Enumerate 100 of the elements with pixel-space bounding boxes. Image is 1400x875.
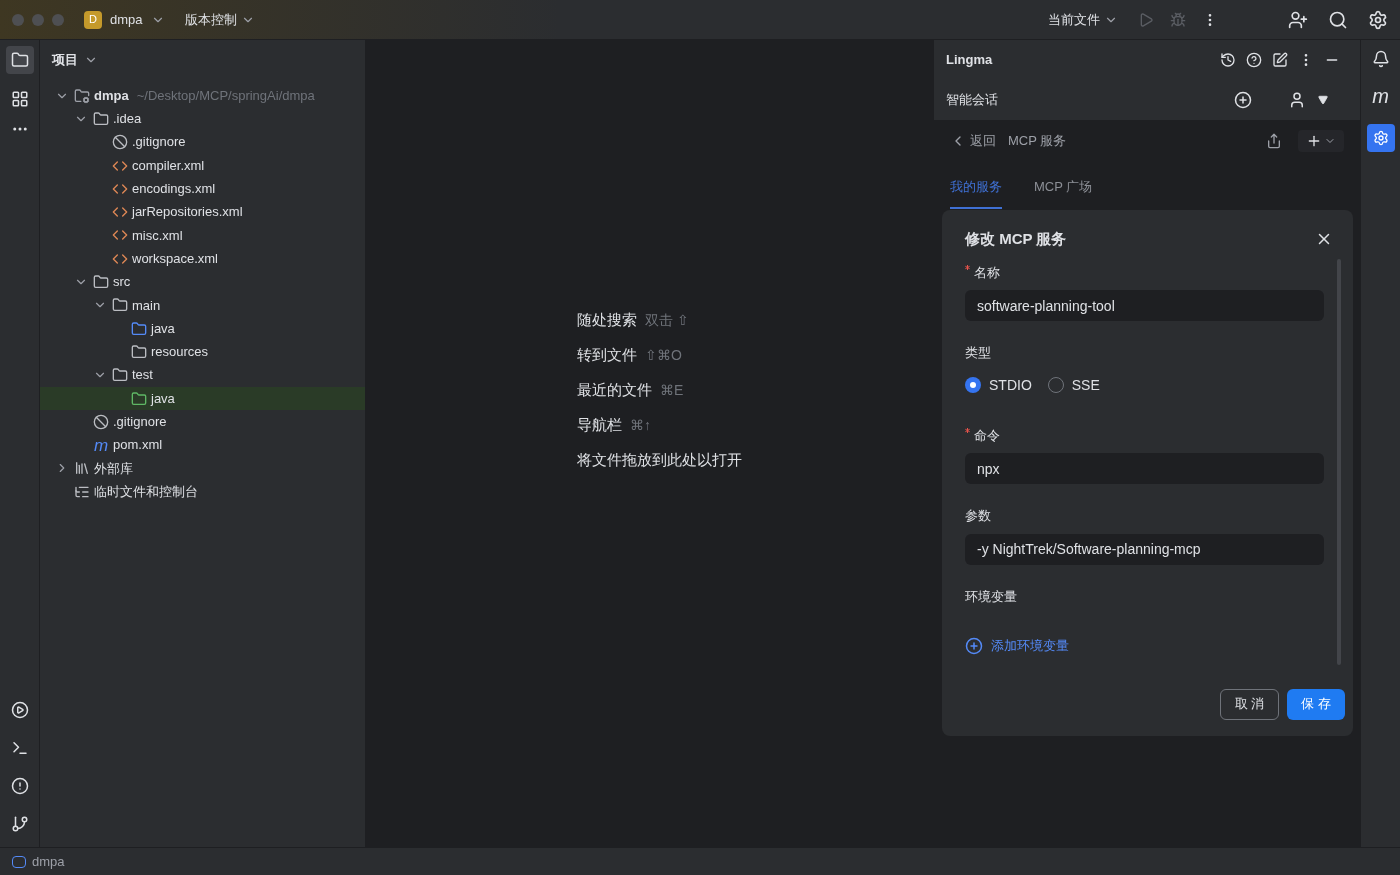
tree-item[interactable]: .idea — [40, 107, 365, 131]
dropdown-triangle-icon[interactable] — [1318, 95, 1328, 105]
add-user-icon[interactable] — [1288, 9, 1308, 30]
panel-title-menu[interactable]: 项目 — [40, 40, 365, 80]
tree-item[interactable]: 外部库 — [40, 456, 365, 481]
tree-item[interactable]: 临时文件和控制台 — [40, 480, 365, 504]
radio-button[interactable] — [965, 377, 981, 393]
session-title: 智能会话 — [946, 91, 998, 110]
notification-icon[interactable] — [1371, 50, 1390, 68]
vcs-menu[interactable]: 版本控制 — [184, 9, 255, 30]
tree-item-label: .idea — [113, 110, 142, 129]
hint-label: 转到文件 — [577, 345, 637, 366]
m-letter-icon[interactable]: m — [1372, 86, 1389, 106]
folder-icon[interactable] — [5, 46, 34, 74]
tree-item[interactable]: resources — [40, 340, 365, 364]
save-button[interactable]: 保 存 — [1287, 688, 1345, 720]
shortcut-hint: 双击 ⇧ — [645, 311, 689, 330]
tree-item-label: jarRepositories.xml — [132, 203, 243, 222]
radio-label: STDIO — [989, 375, 1032, 395]
tree-item-label: dmpa — [94, 86, 129, 105]
tree-item-label: java — [151, 319, 175, 338]
tree-item[interactable]: .gitignore — [40, 410, 365, 434]
new-session-icon[interactable] — [1234, 91, 1252, 109]
panel-title: Lingma — [946, 51, 993, 70]
tree-item-label: workspace.xml — [132, 249, 218, 268]
library-icon — [74, 460, 90, 477]
tree-item[interactable]: src — [40, 270, 365, 294]
tree-item-label: resources — [151, 343, 209, 362]
hint-label: 将文件拖放到此处以打开 — [577, 450, 742, 471]
field-label: 类型 — [965, 344, 991, 362]
required-asterisk-icon — [965, 427, 970, 433]
tab[interactable]: MCP 广场 — [1034, 177, 1093, 209]
plus-circle-icon — [965, 636, 983, 655]
services-icon[interactable] — [10, 701, 29, 719]
structure-icon[interactable] — [10, 90, 29, 108]
text-field[interactable]: software-planning-tool — [965, 290, 1324, 321]
tree-item[interactable]: m pom.xml — [40, 433, 365, 457]
tree-item-label: compiler.xml — [132, 156, 205, 175]
hint-label: 随处搜索 — [577, 310, 637, 331]
tree-item-label: java — [151, 389, 175, 408]
git-branch-icon[interactable] — [10, 815, 29, 833]
tree-item[interactable]: misc.xml — [40, 223, 365, 248]
tree-item[interactable]: workspace.xml — [40, 247, 365, 271]
field-label: 参数 — [965, 507, 991, 525]
run-config-menu[interactable]: 当前文件 — [1048, 9, 1118, 30]
folder-icon — [112, 367, 128, 384]
field-label: 名称 — [974, 263, 1000, 282]
edit-icon[interactable] — [1272, 52, 1288, 68]
field-label: 环境变量 — [965, 587, 1017, 606]
shortcut-hint: ⇧⌘O — [645, 346, 682, 365]
folder-icon — [131, 320, 147, 337]
folder-icon — [93, 274, 109, 290]
tree-item-label: 临时文件和控制台 — [94, 482, 198, 501]
cancel-button[interactable]: 取 消 — [1219, 688, 1280, 720]
slashed-circle-icon — [93, 413, 109, 430]
tree-item[interactable]: dmpa ~/Desktop/MCP/springAi/dmpa — [40, 84, 365, 108]
radio-label: SSE — [1071, 375, 1100, 395]
folder-icon — [112, 297, 128, 314]
hint-label: 最近的文件 — [577, 380, 652, 401]
project-menu[interactable]: D dmpa — [84, 9, 165, 30]
tree-item-label: src — [113, 273, 131, 292]
export-icon[interactable] — [1266, 133, 1282, 149]
add-env-link[interactable]: 添加环境变量 — [965, 636, 1069, 656]
tree-item[interactable]: encodings.xml — [40, 177, 365, 201]
tree-item-label: .gitignore — [132, 133, 186, 152]
terminal-icon[interactable] — [10, 739, 29, 757]
module-icon — [12, 855, 26, 868]
slashed-circle-icon — [112, 134, 128, 151]
shortcut-hint: ⌘↑ — [630, 416, 651, 435]
tree-item[interactable]: java — [40, 316, 365, 341]
settings-icon[interactable] — [1368, 9, 1388, 30]
user-icon[interactable] — [1288, 91, 1306, 109]
tree-item-label: .gitignore — [113, 413, 167, 432]
help-icon[interactable] — [1246, 52, 1262, 68]
search-icon[interactable] — [1328, 9, 1348, 30]
tree-item[interactable]: main — [40, 293, 365, 317]
shortcut-hint: ⌘E — [660, 381, 684, 400]
tree-item[interactable]: compiler.xml — [40, 153, 365, 178]
status-project[interactable]: dmpa — [32, 851, 65, 872]
tree-item[interactable]: java — [40, 386, 365, 411]
folder-icon — [93, 110, 109, 127]
tree-item[interactable]: .gitignore — [40, 130, 365, 154]
tree-item[interactable]: test — [40, 363, 365, 387]
text-field[interactable]: npx — [965, 453, 1324, 484]
project-path: ~/Desktop/MCP/springAi/dmpa — [136, 86, 315, 105]
problems-icon[interactable] — [10, 777, 29, 795]
add-dropdown-button[interactable] — [1298, 130, 1344, 152]
back-link[interactable]: 返回 — [950, 131, 996, 151]
dialog-title: 修改 MCP 服务 — [965, 229, 1067, 249]
text-field[interactable]: -y NightTrek/Software-planning-mcp — [965, 533, 1324, 565]
hint-label: 导航栏 — [577, 415, 622, 436]
plus-icon — [1306, 133, 1322, 149]
folder-icon — [131, 343, 147, 360]
history-icon[interactable] — [1220, 52, 1236, 68]
page-title: MCP 服务 — [1008, 132, 1067, 151]
required-asterisk-icon — [965, 264, 970, 270]
folder-icon — [131, 390, 147, 407]
tab[interactable]: 我的服务 — [950, 177, 1002, 209]
tree-item[interactable]: jarRepositories.xml — [40, 200, 365, 224]
tree-item-label: pom.xml — [113, 436, 163, 455]
